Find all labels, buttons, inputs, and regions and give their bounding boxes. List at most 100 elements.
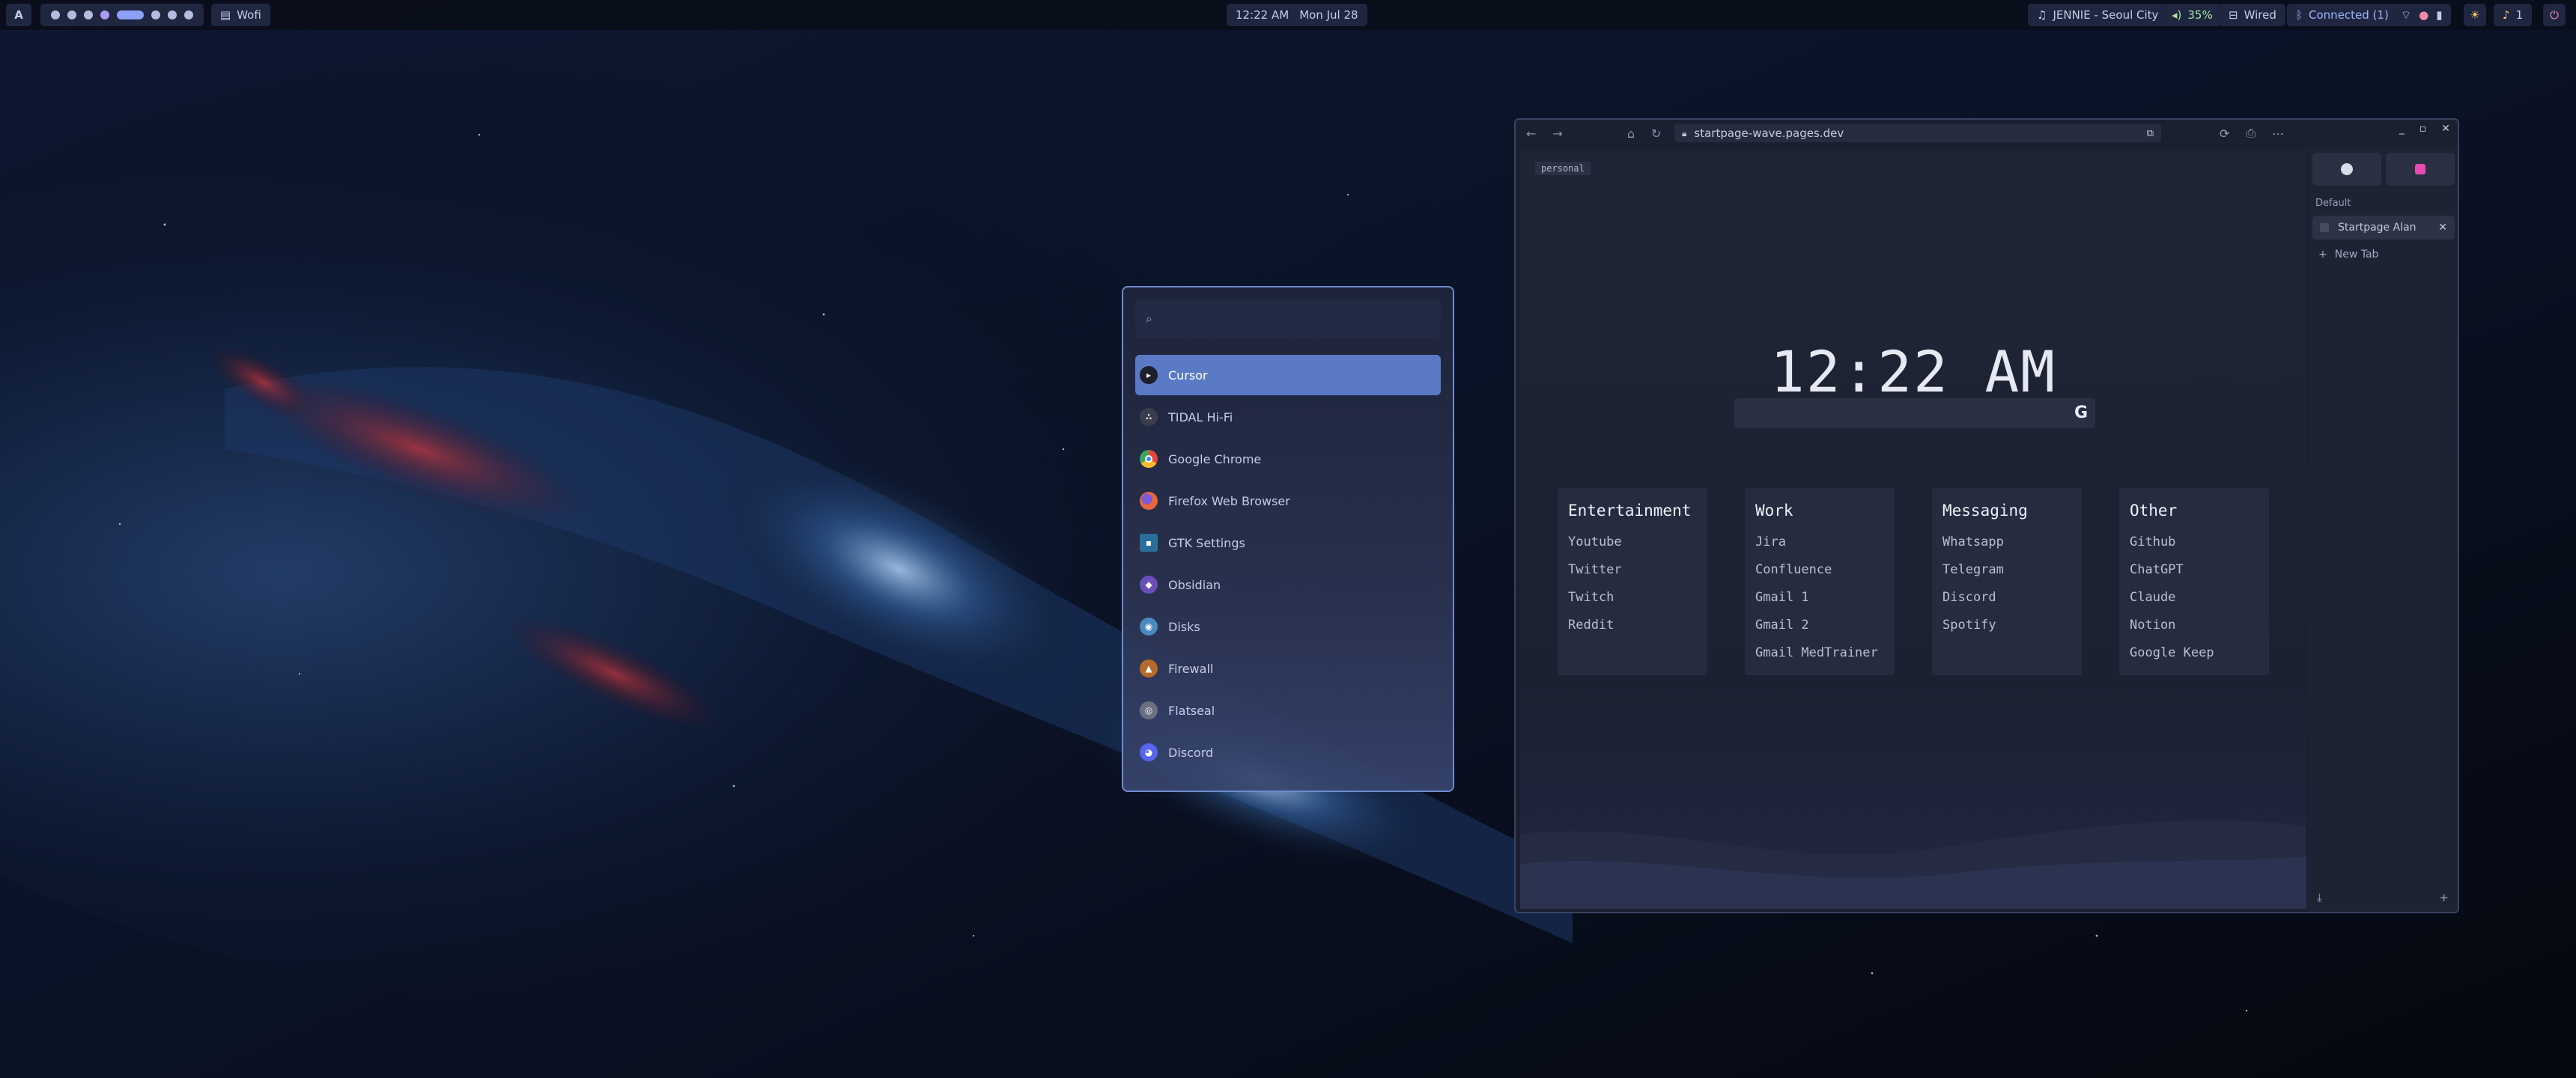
workspace-5-active[interactable]: [117, 10, 144, 19]
minimize-icon[interactable]: _: [2399, 123, 2405, 135]
downloads-icon[interactable]: ⤓: [2317, 891, 2322, 904]
bookmark-link[interactable]: Confluence: [1755, 556, 1884, 584]
app-item-firefox[interactable]: Firefox Web Browser: [1135, 481, 1441, 521]
maximize-icon[interactable]: ▫: [2419, 123, 2427, 135]
app-item-obsidian[interactable]: ◆ Obsidian: [1135, 564, 1441, 605]
network-widget[interactable]: ⊟ Wired: [2220, 4, 2285, 26]
bookmark-link[interactable]: Jira: [1755, 529, 1884, 556]
close-icon[interactable]: ✕: [2441, 123, 2450, 135]
sidebar-tile-github[interactable]: [2312, 153, 2381, 186]
tab-close-icon[interactable]: ✕: [2438, 222, 2447, 234]
volume-level: 35%: [2187, 8, 2213, 22]
app-item-disks[interactable]: ◉ Disks: [1135, 606, 1441, 647]
power-button[interactable]: ⏻: [2543, 4, 2566, 26]
menu-icon[interactable]: ⋯: [2272, 127, 2284, 141]
add-icon[interactable]: +: [2439, 891, 2449, 904]
forward-icon[interactable]: →: [1552, 127, 1562, 141]
window-icon: ▤: [220, 8, 231, 22]
app-item-gtk-settings[interactable]: ▪ GTK Settings: [1135, 523, 1441, 563]
app-item-label: Discord: [1168, 745, 1214, 760]
app-item-cursor[interactable]: ▸ Cursor: [1135, 355, 1441, 395]
bluetooth-icon: ᛒ: [2296, 8, 2303, 22]
app-item-label: Firefox Web Browser: [1168, 493, 1290, 508]
bookmark-link[interactable]: Gmail MedTrainer: [1755, 639, 1884, 667]
home-icon[interactable]: ⌂: [1627, 127, 1635, 141]
firewall-icon: ▲: [1140, 660, 1158, 677]
bookmark-link[interactable]: Gmail 2: [1755, 612, 1884, 639]
bookmark-link[interactable]: Gmail 1: [1755, 584, 1884, 612]
sidebar-tile-app[interactable]: [2386, 153, 2455, 186]
clock-widget[interactable]: 12:22 AM Mon Jul 28: [1227, 4, 1367, 26]
app-item-firewall[interactable]: ▲ Firewall: [1135, 648, 1441, 689]
launcher-search: ⌕: [1135, 299, 1441, 338]
flatseal-icon: ◎: [1140, 701, 1158, 719]
google-icon[interactable]: G: [2074, 404, 2088, 422]
workspace-3[interactable]: [84, 10, 93, 19]
new-tab-button[interactable]: + New Tab: [2318, 249, 2378, 261]
cursor-icon: ▸: [1140, 366, 1158, 384]
extensions-icon[interactable]: ⟳: [2220, 127, 2229, 141]
sidebar-tab[interactable]: Startpage Alan ✕: [2312, 216, 2455, 240]
bookmark-link[interactable]: Twitter: [1568, 556, 1697, 584]
url-text: startpage-wave.pages.dev: [1694, 127, 1844, 140]
launcher-button[interactable]: A: [6, 4, 31, 26]
tab-title: Startpage Alan: [2338, 222, 2416, 234]
app-item-google-chrome[interactable]: Google Chrome: [1135, 439, 1441, 479]
workspace-7[interactable]: [168, 10, 177, 19]
app-item-tidal[interactable]: ∴ TIDAL Hi-Fi: [1135, 397, 1441, 437]
volume-widget[interactable]: ◂) 35%: [2163, 4, 2222, 26]
bookmark-link[interactable]: Discord: [1942, 584, 2071, 612]
ethernet-icon: ⊟: [2229, 8, 2238, 22]
reload-icon[interactable]: ↻: [1651, 127, 1661, 141]
bookmark-link[interactable]: Notion: [2130, 612, 2258, 639]
bookmark-card-work: Work Jira Confluence Gmail 1 Gmail 2 Gma…: [1745, 488, 1895, 675]
print-icon[interactable]: ⎙: [2246, 126, 2255, 141]
app-item-flatseal[interactable]: ◎ Flatseal: [1135, 690, 1441, 731]
workspace-2[interactable]: [67, 10, 76, 19]
sidebar-section-label: Default: [2315, 198, 2351, 209]
browser-actions: ⟳ ⎙ ⋯: [2220, 120, 2284, 147]
app-tile-icon: [2415, 164, 2425, 174]
battery-icon[interactable]: ▮: [2436, 8, 2442, 22]
bluetooth-widget[interactable]: ᛒ Connected (1): [2287, 4, 2398, 26]
workspace-6[interactable]: [151, 10, 160, 19]
media-widget[interactable]: ♫ JENNIE - Seoul City: [2028, 4, 2168, 26]
bookmark-link[interactable]: Github: [2130, 529, 2258, 556]
bookmark-link[interactable]: Telegram: [1942, 556, 2071, 584]
app-item-discord[interactable]: ◕ Discord: [1135, 732, 1441, 773]
back-icon[interactable]: ←: [1526, 127, 1536, 141]
github-icon: [2341, 163, 2353, 175]
app-item-label: GTK Settings: [1168, 535, 1245, 550]
card-title: Other: [2130, 502, 2178, 520]
top-bar: A ▤ Wofi 12:22 AM Mon Jul 28 ♫ JENNIE - …: [0, 0, 2576, 30]
workspace-4[interactable]: [100, 10, 109, 19]
tray-app-icon[interactable]: ●: [2419, 8, 2428, 22]
bookmark-link[interactable]: Claude: [2130, 584, 2258, 612]
url-bar[interactable]: 🔒︎ startpage-wave.pages.dev ⧉: [1674, 124, 2161, 142]
bookmark-link[interactable]: Google Keep: [2130, 639, 2258, 667]
bookmark-link[interactable]: ChatGPT: [2130, 556, 2258, 584]
bookmark-card-entertainment: Entertainment Youtube Twitter Twitch Red…: [1558, 488, 1707, 675]
app-item-label: Cursor: [1168, 368, 1208, 383]
card-title: Entertainment: [1568, 502, 1692, 520]
media-title: JENNIE - Seoul City: [2053, 8, 2159, 22]
startpage-search-input[interactable]: G: [1734, 398, 2095, 428]
bell-icon: ♪: [2503, 8, 2510, 22]
bookmark-link[interactable]: Reddit: [1568, 612, 1697, 639]
page-action-icon[interactable]: ⧉: [2147, 128, 2154, 139]
bookmark-link[interactable]: Spotify: [1942, 612, 2071, 639]
launcher-search-input[interactable]: [1161, 311, 1409, 326]
bookmark-link[interactable]: Whatsapp: [1942, 529, 2071, 556]
bookmark-link[interactable]: Youtube: [1568, 529, 1697, 556]
brightness-widget[interactable]: ☀: [2464, 4, 2486, 26]
bluetooth-status: Connected (1): [2309, 8, 2389, 22]
wifi-icon[interactable]: ⌔: [2401, 8, 2411, 22]
tray-widget: ⌔ ● ▮: [2392, 4, 2452, 26]
workspace-1[interactable]: [51, 10, 60, 19]
gtk-settings-icon: ▪: [1140, 534, 1158, 552]
bookmark-link[interactable]: Twitch: [1568, 584, 1697, 612]
workspace-8[interactable]: [184, 10, 193, 19]
startpage-clock: 12:22 AM: [1770, 338, 2057, 405]
notification-widget[interactable]: ♪ 1: [2494, 4, 2533, 26]
clock-time: 12:22 AM: [1236, 8, 1289, 22]
